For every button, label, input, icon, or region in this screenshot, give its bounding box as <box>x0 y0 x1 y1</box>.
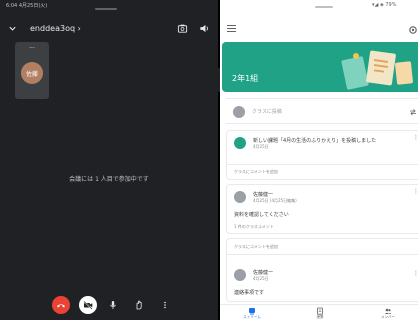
meeting-code[interactable]: enddea3oq › <box>30 24 81 33</box>
raise-hand-button[interactable] <box>130 296 148 314</box>
classroom-panel: ▾◢ ◈ 79% 2年1組 クラスに投稿 新しい課題「4月の生活のふりかえり」を… <box>220 0 418 320</box>
post-time: 4月25日 <box>253 276 269 281</box>
post-author: 佐藤健一 <box>253 192 274 198</box>
add-class-comment[interactable]: クラスにコメントを追加 <box>234 244 278 250</box>
camera-toggle-button[interactable] <box>79 296 97 314</box>
self-video-tile[interactable]: ... 佐藤 <box>15 42 49 99</box>
assignment-title: 新しい課題「4月の生活のふりかえり」を投稿しました <box>253 138 377 144</box>
repost-icon[interactable] <box>408 107 418 117</box>
stream-icon <box>249 308 255 315</box>
add-class-comment[interactable]: クラスにコメントを追加 <box>234 169 278 175</box>
alone-message: 会議には 1 人目で参加中です <box>69 176 149 183</box>
nav-people[interactable]: メンバー <box>368 307 408 319</box>
banner-illustration <box>341 50 413 90</box>
post-time: 4月25日 (4月25日編集) <box>253 198 297 203</box>
classwork-icon <box>317 307 323 315</box>
stream-post[interactable]: クラスにコメントを追加 佐藤健一 4月25日 ⋮ 連絡事項です <box>226 238 418 302</box>
nav-people-label: メンバー <box>381 315 395 319</box>
assignment-card[interactable]: 新しい課題「4月の生活のふりかえり」を投稿しました 4月25日 ⋮ クラスにコメ… <box>226 130 418 180</box>
assignment-date: 4月25日 <box>253 144 269 149</box>
participant-avatar: 佐藤 <box>21 62 43 84</box>
divider <box>227 254 418 255</box>
post-text: 連絡事項です <box>234 290 265 296</box>
user-avatar <box>233 106 245 118</box>
window-drag-handle[interactable] <box>315 6 333 8</box>
more-vert-icon <box>164 301 166 309</box>
meet-status-bar: 6:04 4月25日(火) <box>6 3 48 9</box>
more-vert-icon[interactable]: ⋮ <box>413 134 418 141</box>
announce-placeholder[interactable]: クラスに投稿 <box>252 108 282 115</box>
nav-classwork-label: 授業 <box>316 315 324 319</box>
assignment-icon <box>234 137 246 149</box>
hamburger-menu-icon[interactable] <box>227 25 236 33</box>
camera-switch-icon[interactable] <box>177 23 188 34</box>
call-controls <box>0 292 218 320</box>
mic-toggle-button[interactable] <box>104 296 122 314</box>
end-call-icon <box>57 304 65 308</box>
class-comment-count[interactable]: 1 件のクラスコメント <box>234 224 274 230</box>
end-call-button[interactable] <box>52 296 70 314</box>
classroom-status-bar: ▾◢ ◈ 79% <box>372 2 397 8</box>
class-name: 2年1組 <box>232 74 259 83</box>
author-avatar <box>234 269 246 281</box>
nav-classwork[interactable]: 授業 <box>300 307 340 319</box>
nav-stream[interactable]: ストリーム <box>232 307 272 319</box>
window-drag-handle[interactable] <box>95 8 117 10</box>
more-options-button[interactable] <box>156 296 174 314</box>
author-avatar <box>234 191 246 203</box>
nav-stream-label: ストリーム <box>243 315 261 319</box>
bottom-navigation: ストリーム 授業 メンバー <box>220 304 418 320</box>
post-author: 佐藤健一 <box>253 270 274 276</box>
mic-icon <box>110 301 116 309</box>
divider <box>227 164 418 165</box>
speaker-icon[interactable] <box>199 23 210 34</box>
camera-off-icon <box>83 300 93 310</box>
meet-top-bar: enddea3oq › <box>0 22 218 38</box>
announce-box[interactable]: クラスに投稿 <box>226 98 418 124</box>
people-icon <box>384 308 392 314</box>
chevron-down-icon[interactable] <box>8 24 17 33</box>
class-banner[interactable]: 2年1組 <box>222 42 418 92</box>
stream-post[interactable]: 佐藤健一 4月25日 (4月25日編集) ⋮ 資料を確認してください 1 件のク… <box>226 184 418 234</box>
settings-icon[interactable] <box>408 25 418 35</box>
more-vert-icon[interactable]: ⋮ <box>413 188 418 195</box>
post-text: 資料を確認してください <box>234 212 289 218</box>
tile-menu-button[interactable]: ... <box>15 44 49 50</box>
meet-panel: 6:04 4月25日(火) enddea3oq › ... 佐藤 会議には 1 … <box>0 0 218 320</box>
more-vert-icon[interactable]: ⋮ <box>413 270 418 277</box>
raise-hand-icon <box>136 300 142 310</box>
